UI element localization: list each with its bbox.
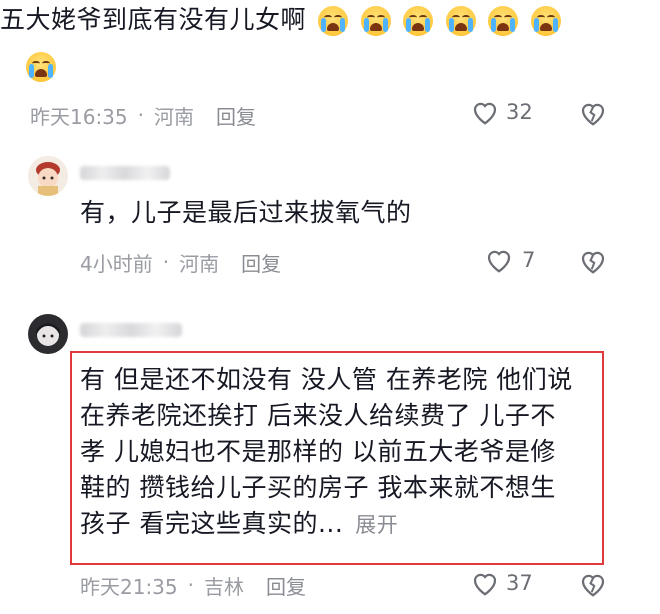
- heart-icon: [487, 250, 511, 273]
- crying-emoji-icon: [360, 6, 391, 36]
- avatar-image: [28, 156, 68, 196]
- crying-emoji-icon: [488, 6, 519, 36]
- like-count: 7: [522, 248, 536, 272]
- reply-line: 在养老院还挨打 后来没人给续费了 儿子不: [80, 401, 556, 430]
- dislike-button[interactable]: [578, 570, 608, 602]
- reply-meta: 4小时前 · 河南 回复: [80, 247, 281, 277]
- reply-line-last: 孩子 看完这些真实的... 展开: [80, 506, 600, 543]
- username-redacted: [80, 166, 170, 180]
- reply-line: 有 但是还不如没有 没人管 在养老院 他们说: [80, 365, 573, 394]
- avatar[interactable]: [28, 314, 68, 354]
- reply-time: 昨天21:35: [80, 574, 178, 599]
- reply-text: 有 但是还不如没有 没人管 在养老院 他们说 在养老院还挨打 后来没人给续费了 …: [80, 362, 600, 543]
- like-count: 37: [506, 571, 533, 595]
- comment-body: 五大姥爷到底有没有儿女啊: [0, 5, 307, 34]
- reply-line: 鞋的 攒钱给儿子买的房子 我本来就不想生: [80, 473, 556, 502]
- dislike-button[interactable]: [578, 247, 608, 279]
- like-count: 32: [506, 100, 533, 124]
- comment-time: 昨天16:35: [30, 104, 128, 129]
- heart-icon: [473, 573, 497, 596]
- crying-emoji-icon: [530, 6, 561, 36]
- separator: ·: [162, 250, 170, 274]
- crying-emoji-icon: [403, 6, 434, 36]
- broken-heart-icon: [581, 251, 605, 274]
- comment-location: 河南: [154, 104, 194, 129]
- reply-text: 有，儿子是最后过来拔氧气的: [80, 198, 412, 227]
- reply-button[interactable]: 回复: [241, 248, 281, 277]
- dislike-button[interactable]: [578, 99, 608, 131]
- reply-meta: 昨天21:35 · 吉林 回复: [80, 570, 306, 600]
- like-button[interactable]: 32: [470, 98, 533, 126]
- crying-emoji-icon: [26, 52, 56, 82]
- reply-line: 孩子 看完这些真实的...: [80, 509, 344, 538]
- crying-emoji-icon: [318, 6, 349, 36]
- comment-text: 五大姥爷到底有没有儿女啊: [0, 2, 640, 38]
- avatar[interactable]: [28, 156, 68, 196]
- expand-link[interactable]: 展开: [355, 513, 398, 537]
- broken-heart-icon: [581, 103, 605, 126]
- like-button[interactable]: 37: [470, 569, 533, 597]
- separator: ·: [137, 103, 144, 127]
- reply-button[interactable]: 回复: [266, 571, 306, 600]
- comment-meta: 昨天16:35 · 河南 回复: [30, 100, 256, 130]
- reply-location: 吉林: [204, 574, 244, 599]
- separator: ·: [187, 573, 194, 597]
- broken-heart-icon: [581, 574, 605, 597]
- crying-emoji-icon: [445, 6, 476, 36]
- reply-location: 河南: [179, 251, 220, 276]
- heart-icon: [473, 102, 497, 125]
- avatar-image: [28, 314, 68, 354]
- like-button[interactable]: 7: [484, 246, 535, 274]
- reply-button[interactable]: 回复: [216, 101, 256, 130]
- reply-line: 孝 儿媳妇也不是那样的 以前五大老爷是修: [80, 437, 556, 466]
- username-redacted: [80, 323, 182, 337]
- reply-time: 4小时前: [80, 251, 153, 276]
